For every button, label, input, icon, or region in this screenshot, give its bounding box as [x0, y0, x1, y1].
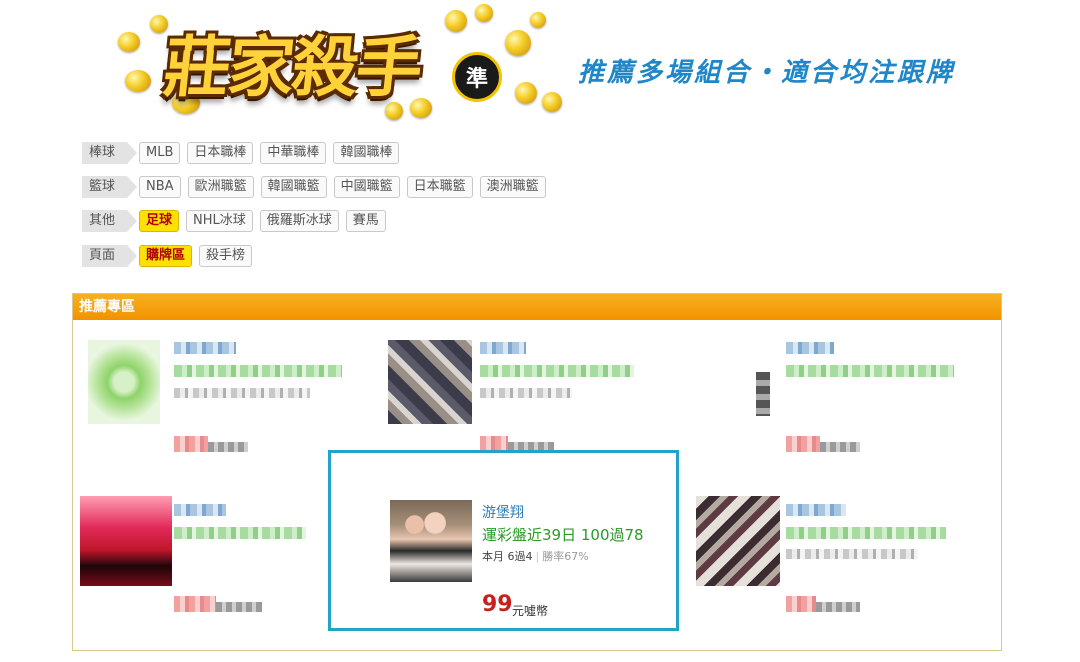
tag-kbo[interactable]: 韓國職棒 — [333, 142, 400, 164]
tag-kbl[interactable]: 韓國職籃 — [260, 176, 327, 198]
category-label: 頁面 — [82, 245, 138, 267]
tag-cpbl[interactable]: 中華職棒 — [260, 142, 327, 164]
blurred-name — [480, 342, 526, 354]
win-rate: 勝率67% — [542, 550, 589, 563]
blurred-month — [786, 549, 918, 559]
tag-bleague[interactable]: 日本職籃 — [406, 176, 473, 198]
blurred-record — [174, 527, 306, 539]
category-row-basketball: 籃球 NBA 歐洲職籃 韓國職籃 中國職籃 日本職籃 澳洲職籃 — [82, 175, 553, 199]
tag-mlb[interactable]: MLB — [139, 142, 181, 164]
tag-nbl[interactable]: 澳洲職籃 — [479, 176, 546, 198]
blurred-price — [786, 596, 816, 612]
tag-soccer[interactable]: 足球 — [139, 210, 180, 232]
coin-icon — [445, 10, 467, 32]
panel-title: 推薦專區 — [73, 294, 1001, 320]
blurred-record — [786, 527, 946, 539]
category-row-baseball: 棒球 MLB 日本職棒 中華職棒 韓國職棒 — [82, 141, 406, 165]
blurred-record — [786, 365, 954, 377]
coin-icon — [118, 32, 140, 52]
blurred-name — [174, 504, 226, 516]
coin-icon — [475, 4, 493, 22]
category-label: 籃球 — [82, 176, 138, 198]
coin-icon — [505, 30, 531, 56]
category-label: 其他 — [82, 210, 138, 232]
blurred-currency — [208, 442, 248, 452]
tag-nba[interactable]: NBA — [139, 176, 181, 198]
tag-npb[interactable]: 日本職棒 — [187, 142, 254, 164]
blurred-name — [786, 342, 834, 354]
logo-title: 莊家殺手 — [160, 28, 425, 106]
avatar — [88, 340, 160, 424]
tag-horse-racing[interactable]: 賽馬 — [345, 210, 386, 232]
month-record-text: 本月 6過4 — [482, 550, 533, 563]
tag-purchase-area[interactable]: 購牌區 — [139, 245, 193, 267]
logo-badge: 準 — [452, 52, 502, 102]
price-currency: 元噓幣 — [512, 604, 549, 618]
tagline: 推薦多場組合・適合均注跟牌 — [578, 58, 956, 88]
tag-euro-basketball[interactable]: 歐洲職籃 — [187, 176, 254, 198]
separator: | — [535, 550, 540, 563]
tag-killer-ranking[interactable]: 殺手榜 — [199, 245, 253, 267]
category-row-pages: 頁面 購牌區 殺手榜 — [82, 244, 259, 268]
category-row-other: 其他 足球 NHL冰球 俄羅斯冰球 賽馬 — [82, 209, 393, 233]
blurred-month — [174, 388, 310, 398]
category-label: 棒球 — [82, 142, 138, 164]
coin-icon — [530, 12, 546, 28]
blurred-record — [480, 365, 634, 377]
site-logo[interactable]: 莊家殺手 準 — [110, 0, 580, 125]
coin-icon — [515, 82, 537, 104]
tag-khl[interactable]: 俄羅斯冰球 — [259, 210, 339, 232]
tag-nhl[interactable]: NHL冰球 — [186, 210, 253, 232]
avatar — [388, 340, 472, 424]
avatar[interactable] — [390, 500, 472, 582]
blurred-currency — [816, 602, 860, 612]
blurred-currency — [820, 442, 860, 452]
blurred-price — [174, 436, 208, 452]
month-record: 本月 6過4 | 勝率67% — [482, 548, 589, 564]
blurred-price — [174, 596, 216, 612]
coin-icon — [150, 15, 168, 33]
tag-cba[interactable]: 中國職籃 — [333, 176, 400, 198]
avatar — [756, 372, 770, 416]
expert-record: 運彩盤近39日 100過78 — [482, 526, 644, 544]
price-value[interactable]: 99 — [482, 592, 513, 617]
avatar — [696, 496, 780, 586]
blurred-name — [786, 504, 846, 516]
blurred-price — [786, 436, 820, 452]
blurred-currency — [216, 602, 262, 612]
avatar — [80, 496, 172, 586]
expert-name[interactable]: 游堡翔 — [482, 502, 524, 522]
blurred-name — [174, 342, 236, 354]
coin-icon — [542, 92, 562, 112]
blurred-month — [480, 388, 572, 398]
coin-icon — [125, 70, 151, 92]
blurred-record — [174, 365, 342, 377]
